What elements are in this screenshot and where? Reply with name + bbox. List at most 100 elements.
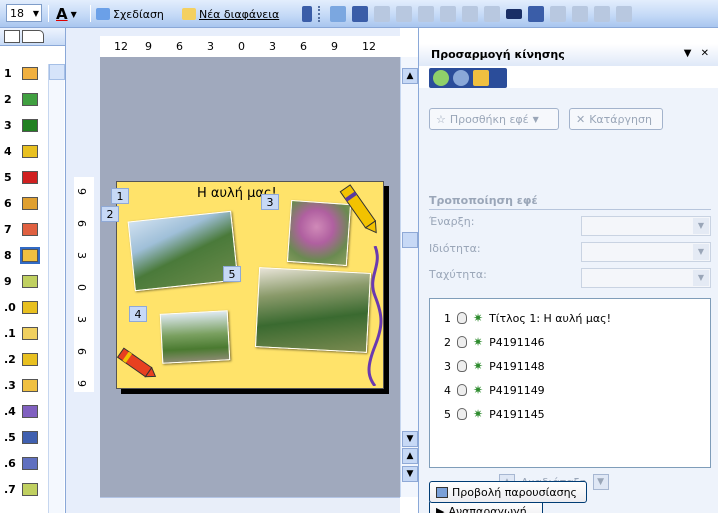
property-label: Ιδιότητα: <box>429 242 481 255</box>
chart-icon[interactable] <box>616 6 632 22</box>
chevron-down-icon[interactable]: ▼ <box>71 10 77 19</box>
new-slide-button[interactable]: Νέα διαφάνεια <box>182 4 279 24</box>
slide-thumbnail-image[interactable] <box>22 144 38 158</box>
animation-tag[interactable]: 4 <box>129 306 147 322</box>
animation-item[interactable]: 1 ✷ Τίτλος 1: Η αυλή μας! <box>444 309 611 327</box>
chevron-down-icon[interactable]: ▼ <box>33 9 39 18</box>
close-icon[interactable]: ✕ <box>701 48 709 59</box>
ruler-tick: 3 <box>75 252 88 259</box>
scroll-thumb[interactable] <box>402 232 418 248</box>
fill-color-icon[interactable] <box>550 6 566 22</box>
speed-select[interactable]: ▼ <box>581 268 711 288</box>
slide-thumbnail-image[interactable] <box>22 66 38 80</box>
new-slide-label: Νέα διαφάνεια <box>199 7 280 21</box>
slide-thumbnail-image[interactable] <box>22 170 38 184</box>
rotate-left-icon[interactable] <box>418 6 434 22</box>
projector-icon <box>436 486 448 498</box>
slide-thumbnail-image[interactable] <box>22 326 38 340</box>
animation-order: 3 <box>444 359 451 373</box>
chevron-down-icon[interactable]: ▼ <box>693 270 709 286</box>
chevron-down-icon[interactable]: ▼ <box>693 218 709 234</box>
animation-item[interactable]: 5 ✷ P4191145 <box>444 405 545 423</box>
toolbar-grip[interactable] <box>318 6 321 22</box>
font-color-button[interactable]: A ▼ <box>56 4 77 24</box>
canvas-vertical-scrollbar[interactable]: ▲ ▼ ▲ ▼ <box>400 57 418 497</box>
scroll-up-button[interactable]: ▲ <box>402 68 418 84</box>
slide-number: .5 <box>4 430 16 444</box>
tab-outline[interactable] <box>22 30 44 43</box>
chevron-down-icon[interactable]: ▼ <box>684 48 692 59</box>
slide-thumbnail-image[interactable] <box>22 352 38 366</box>
forward-icon[interactable] <box>453 70 469 86</box>
slide-canvas[interactable]: Η αυλή μας! 1 2 3 4 5 <box>100 57 400 497</box>
slideshow-button[interactable]: Προβολή παρουσίασης <box>429 481 587 503</box>
canvas-horizontal-scrollbar[interactable] <box>100 497 400 513</box>
slide-thumbnail-image[interactable] <box>22 404 38 418</box>
slide-thumbnail-image[interactable] <box>22 482 38 496</box>
pencil-icon[interactable] <box>594 6 610 22</box>
scroll-up-button[interactable] <box>49 64 65 80</box>
align-icon[interactable] <box>374 6 390 22</box>
animation-item[interactable]: 3 ✷ P4191148 <box>444 357 545 375</box>
property-select[interactable]: ▼ <box>581 242 711 262</box>
pane-title: Προσαρμογή κίνησης <box>431 48 565 61</box>
home-icon[interactable] <box>473 70 489 86</box>
font-size-combo[interactable]: 18 ▼ <box>6 4 42 22</box>
line-style-icon[interactable] <box>506 9 522 19</box>
animation-tag[interactable]: 1 <box>111 188 129 204</box>
start-select[interactable]: ▼ <box>581 216 711 236</box>
animation-item[interactable]: 4 ✷ P4191149 <box>444 381 545 399</box>
mouse-click-icon <box>457 384 467 396</box>
tab-slides[interactable] <box>4 30 20 43</box>
slide-thumbnail-image[interactable] <box>22 222 38 236</box>
move-down-button[interactable]: ▼ <box>592 474 609 490</box>
slide-layout-icon[interactable] <box>352 6 368 22</box>
speed-label: Ταχύτητα: <box>429 268 487 281</box>
previous-slide-button[interactable]: ▲ <box>402 448 418 464</box>
animation-tag[interactable]: 3 <box>261 194 279 210</box>
photo-p4191145[interactable] <box>254 267 372 353</box>
design-button[interactable]: Σχεδίαση <box>96 4 164 24</box>
slide-thumbnail-image[interactable] <box>22 196 38 210</box>
slide-thumbnail-image[interactable] <box>22 300 38 314</box>
rotate-right-icon[interactable] <box>440 6 456 22</box>
photo-p4191149[interactable] <box>159 310 231 364</box>
photo-p4191146[interactable] <box>127 210 239 292</box>
slide-thumbnail-image[interactable] <box>22 430 38 444</box>
back-icon[interactable] <box>433 70 449 86</box>
table-icon[interactable] <box>462 6 478 22</box>
animation-list[interactable]: 1 ✷ Τίτλος 1: Η αυλή μας! 2 ✷ P4191146 3 ✷ P4191… <box>429 298 711 468</box>
entrance-effect-icon: ✷ <box>473 359 484 373</box>
slide-thumbnail-image[interactable] <box>22 378 38 392</box>
start-label: Έναρξη: <box>429 215 475 228</box>
ruler-tick: 6 <box>75 348 88 355</box>
chevron-down-icon[interactable]: ▼ <box>693 244 709 260</box>
slide-number: .6 <box>4 456 16 470</box>
add-effect-button[interactable]: ☆ Προσθήκη εφέ ▼ <box>429 108 559 130</box>
slide-thumbnail-image[interactable] <box>22 456 38 470</box>
slide-thumbnail-image[interactable] <box>20 246 40 264</box>
ruler-tick: 9 <box>145 40 152 53</box>
animation-tag[interactable]: 5 <box>223 266 241 282</box>
numbering-icon[interactable] <box>484 6 500 22</box>
line-color-icon[interactable] <box>572 6 588 22</box>
next-slide-button[interactable]: ▼ <box>402 466 418 482</box>
slide-thumbnail-image[interactable] <box>22 118 38 132</box>
play-icon: ▶ <box>436 504 445 513</box>
picture-icon[interactable] <box>330 6 346 22</box>
entrance-effect-icon: ✷ <box>473 407 484 421</box>
remove-button[interactable]: ✕ Κατάργηση <box>569 108 663 130</box>
grid-icon[interactable] <box>528 6 544 22</box>
thumbnail-scrollbar[interactable] <box>48 64 65 513</box>
slide[interactable]: Η αυλή μας! 1 2 3 4 5 <box>101 181 384 389</box>
animation-item[interactable]: 2 ✷ P4191146 <box>444 333 545 351</box>
remove-label: Κατάργηση <box>589 112 652 126</box>
distribute-icon[interactable] <box>396 6 412 22</box>
toolbar-options-icon[interactable] <box>302 4 312 24</box>
slide-thumbnail-image[interactable] <box>22 274 38 288</box>
scroll-down-button[interactable]: ▼ <box>402 431 418 447</box>
thumbnail-tabs <box>0 28 65 46</box>
toolbar-icons-group <box>330 4 632 24</box>
animation-tag[interactable]: 2 <box>101 206 119 222</box>
slide-thumbnail-image[interactable] <box>22 92 38 106</box>
